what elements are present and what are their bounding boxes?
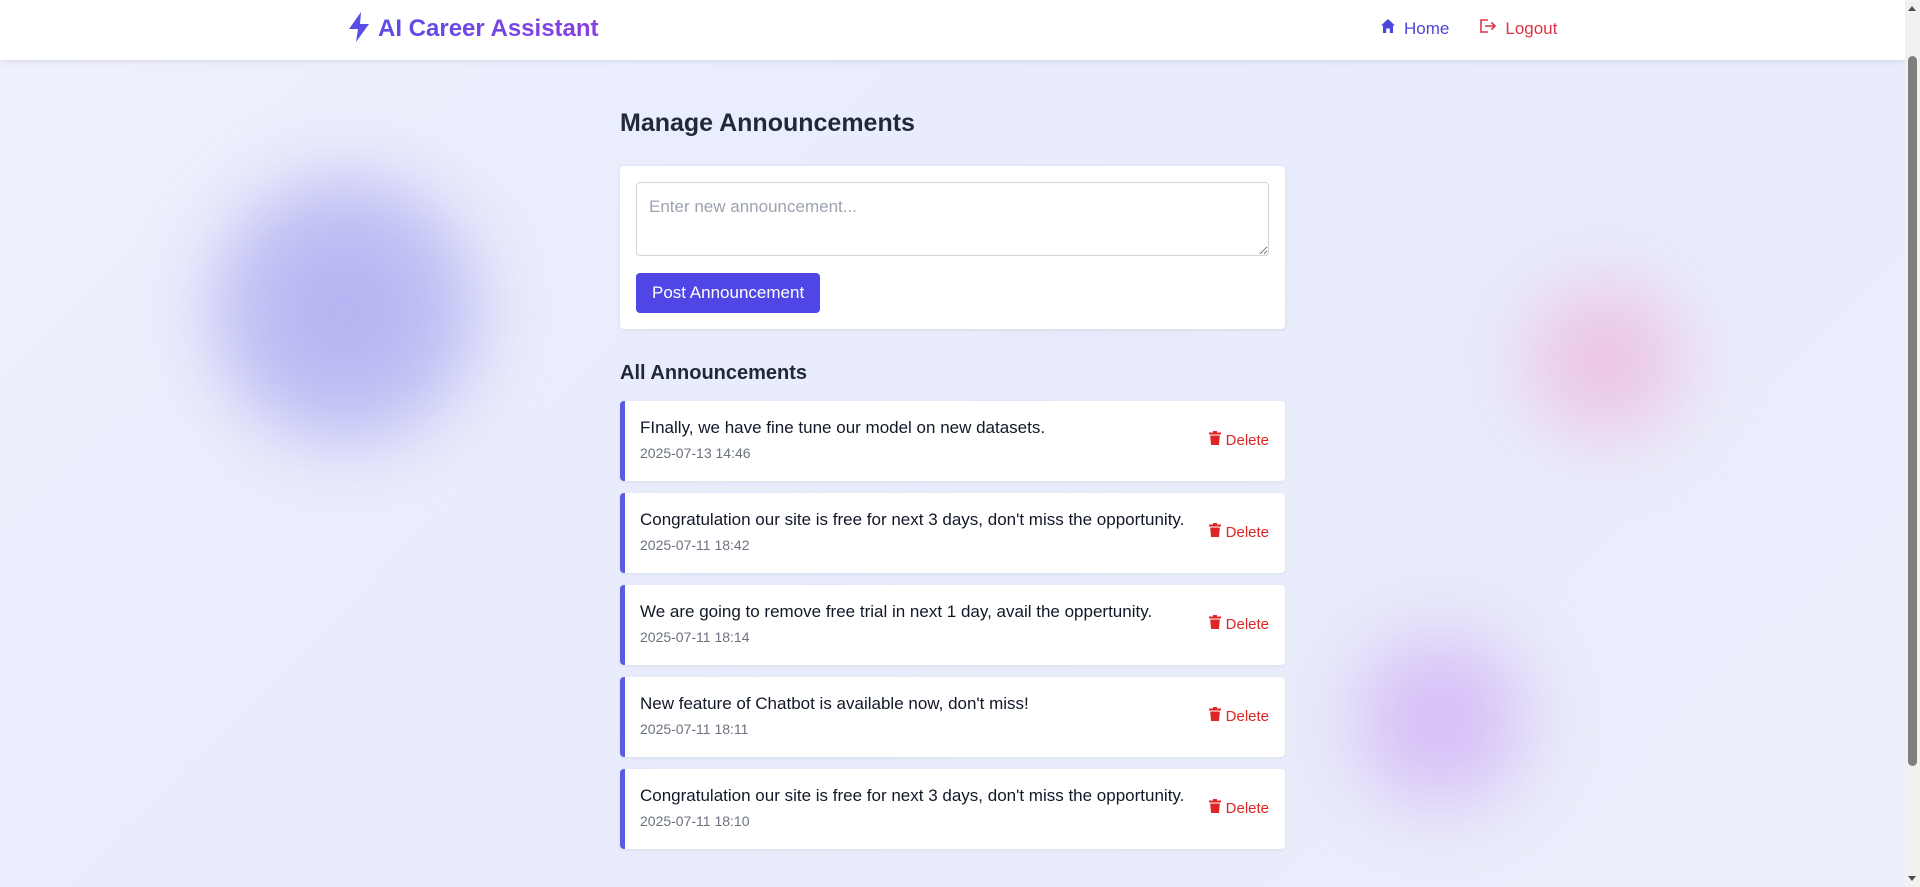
nav-home-label: Home: [1404, 18, 1450, 38]
scroll-up-arrow-icon[interactable]: [1908, 6, 1916, 11]
brand-logo[interactable]: AI Career Assistant: [348, 11, 599, 47]
delete-label: Delete: [1225, 431, 1269, 449]
home-icon: [1380, 18, 1396, 39]
announcement-timestamp: 2025-07-13 14:46: [640, 445, 751, 461]
scroll-down-arrow-icon[interactable]: [1908, 876, 1916, 881]
delete-button[interactable]: Delete: [1208, 707, 1269, 725]
logout-icon: [1479, 18, 1497, 39]
announcement-form: Post Announcement: [620, 166, 1285, 329]
delete-label: Delete: [1225, 615, 1269, 633]
announcement-item: FInally, we have fine tune our model on …: [620, 401, 1285, 481]
delete-button[interactable]: Delete: [1208, 431, 1269, 449]
announcement-item: We are going to remove free trial in nex…: [620, 585, 1285, 665]
top-navbar: AI Career Assistant Home Logout: [0, 0, 1905, 60]
nav-home-link[interactable]: Home: [1380, 18, 1449, 39]
announcement-timestamp: 2025-07-11 18:42: [640, 537, 750, 553]
announcement-timestamp: 2025-07-11 18:11: [640, 721, 749, 737]
nav-logout-link[interactable]: Logout: [1479, 18, 1557, 39]
background-blob-violet: [180, 150, 510, 470]
all-announcements-heading: All Announcements: [620, 362, 808, 384]
announcement-text: FInally, we have fine tune our model on …: [640, 418, 1046, 437]
announcement-item: New feature of Chatbot is available now,…: [620, 677, 1285, 757]
background-blob-purple: [1315, 600, 1565, 840]
nav-links: Home Logout: [1380, 18, 1557, 39]
announcement-text: Congratulation our site is free for next…: [640, 786, 1185, 805]
nav-logout-label: Logout: [1505, 18, 1558, 38]
delete-button[interactable]: Delete: [1208, 523, 1269, 541]
trash-icon: [1208, 707, 1221, 725]
announcement-text: Congratulation our site is free for next…: [640, 510, 1185, 529]
scrollbar-thumb[interactable]: [1908, 56, 1917, 766]
delete-button[interactable]: Delete: [1208, 799, 1269, 817]
main-content: Manage Announcements Post Announcement A…: [620, 100, 1285, 861]
announcement-text: We are going to remove free trial in nex…: [640, 602, 1153, 621]
announcement-text: New feature of Chatbot is available now,…: [640, 694, 1029, 713]
delete-label: Delete: [1225, 707, 1269, 725]
announcement-item: Congratulation our site is free for next…: [620, 769, 1285, 849]
trash-icon: [1208, 523, 1221, 541]
post-announcement-button[interactable]: Post Announcement: [636, 273, 821, 313]
delete-label: Delete: [1225, 799, 1269, 817]
lightning-bolt-icon: [348, 11, 370, 47]
trash-icon: [1208, 799, 1221, 817]
announcement-timestamp: 2025-07-11 18:10: [640, 813, 750, 829]
announcement-input[interactable]: [636, 182, 1269, 256]
brand-name: AI Career Assistant: [378, 15, 599, 42]
announcement-list: FInally, we have fine tune our model on …: [620, 401, 1285, 849]
page-title: Manage Announcements: [620, 109, 915, 137]
delete-label: Delete: [1225, 523, 1269, 541]
page-scrollbar[interactable]: [1905, 0, 1920, 887]
announcement-item: Congratulation our site is free for next…: [620, 493, 1285, 573]
delete-button[interactable]: Delete: [1208, 615, 1269, 633]
trash-icon: [1208, 431, 1221, 449]
announcement-timestamp: 2025-07-11 18:14: [640, 629, 750, 645]
trash-icon: [1208, 615, 1221, 633]
background-blob-pink: [1480, 260, 1730, 460]
